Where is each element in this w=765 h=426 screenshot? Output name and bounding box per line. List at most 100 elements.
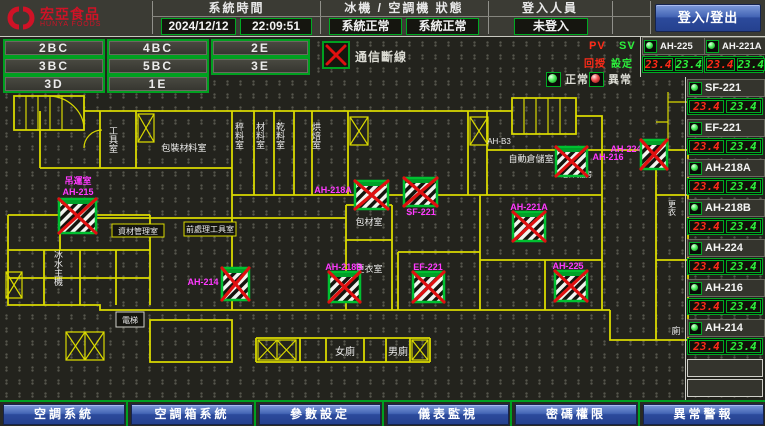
room-label-packaging: 包材室 [355,216,382,227]
equipment-item-sf-221[interactable]: SF-221 [687,79,765,97]
ahu-id-label: AH-218A [314,185,352,195]
sv-value: 23.4 [726,140,761,153]
header-divider-h [152,16,650,17]
room-label-auto-storage: 自動倉儲室 [508,153,553,164]
equipment-values-ef-221: 23.4 23.4 [687,138,763,155]
equipment-item-ah-214[interactable]: AH-214 [687,319,765,337]
equipment-values-ah-218b: 23.4 23.4 [687,218,763,235]
equipment-values-ah-225: 23.4 23.4 [642,56,703,73]
footer-button-meter-monitor[interactable]: 儀表監視 [387,404,509,425]
status-led-icon [689,82,702,95]
footer-button-ahu-system[interactable]: 空調箱系統 [131,404,253,425]
equipment-values-ah-214: 23.4 23.4 [687,338,763,355]
room-label-womens-toilet: 女廁 [335,345,355,358]
machine-status-label: 冰機 / 空調機 狀態 [322,1,486,16]
room-label-v1: 秤料室 [234,122,244,149]
pv-value: 23.4 [689,100,724,113]
header-divider [612,1,613,34]
ahu-id-label: SF-221 [406,207,436,217]
room-label-chiller: 冰水主機 [53,249,63,287]
login-logout-button[interactable]: 登入/登出 [655,4,761,32]
system-time-value: 22:09:51 [240,18,312,35]
equipment-item-ah-216[interactable]: AH-216 [687,279,765,297]
room-label-mens-toilet: 男廁 [388,345,408,358]
pv-value: 23.4 [689,180,724,193]
zone-button-3e[interactable]: 3E [211,57,310,75]
sv-value: 23.4 [726,220,761,233]
status-led-icon [706,40,719,53]
ahu-id-label: AH-216 [592,152,623,162]
ahu-id-label: EF-221 [413,262,443,272]
zone-button-1e[interactable]: 1E [107,75,209,93]
header-divider [320,1,321,34]
sv-value: 23.4 [675,58,704,71]
footer-button-ac-system[interactable]: 空調系統 [3,404,125,425]
equipment-values-ah-218a: 23.4 23.4 [687,178,763,195]
status-led-icon [689,162,702,175]
login-status-value: 未登入 [514,18,588,35]
ac-status-value: 系統正常 [406,18,479,35]
footer-divider [510,402,512,426]
normal-led-icon [546,72,561,87]
equipment-name: EF-221 [705,122,741,134]
sv-value: 23.4 [726,180,761,193]
equipment-item-ah-225[interactable]: AH-225 [642,37,705,55]
ahu-id-label: AH-214 [187,277,218,287]
zone-button-3d[interactable]: 3D [3,75,105,93]
header-divider [152,1,153,34]
equipment-item-ah-224[interactable]: AH-224 [687,239,765,257]
sv-legend-label: SV [619,40,636,52]
normal-legend-label: 正常 [565,71,589,87]
ahu-icon-ah218b[interactable]: AH-218B [325,262,363,302]
equipment-item-ah-218a[interactable]: AH-218A [687,159,765,177]
equipment-name: AH-221A [722,41,762,52]
room-label-pretreat-tool: 前處理工具室 [186,224,234,234]
pv-value: 23.4 [706,58,735,71]
equipment-name: AH-218B [705,202,751,214]
ahu-icon-ah215[interactable]: 吊運室 AH-215 [59,175,96,233]
ahu-icon-ah214[interactable]: AH-214 [187,268,249,300]
header-divider [650,1,651,34]
panel-divider [640,36,641,77]
logo-icon [6,3,36,33]
equipment-item-ah-221a[interactable]: AH-221A [704,37,765,55]
room-label-material-mgmt: 資材管理室 [118,226,158,236]
zone-button-2bc[interactable]: 2BC [3,39,105,57]
equipment-values-ah-216: 23.4 23.4 [687,298,763,315]
footer-button-alarm[interactable]: 異常警報 [643,404,764,425]
company-name-en: HUNYA FOODS [40,21,101,29]
sv-value: 23.4 [726,260,761,273]
pv-value: 23.4 [689,260,724,273]
login-user-label: 登入人員 [490,1,610,16]
system-date-value: 2024/12/12 [161,18,236,35]
footer-divider [638,402,640,426]
status-led-icon [689,242,702,255]
sv-value: 23.4 [726,100,761,113]
abnormal-led-icon [589,72,604,87]
logo: 宏亞食品 HUNYA FOODS [6,3,101,33]
footer-bar: 空調系統 空調箱系統 參數設定 儀表監視 密碼權限 異常警報 [0,400,765,426]
room-label-v2: 材料室 [255,121,265,149]
zone-button-3bc[interactable]: 3BC [3,57,105,75]
zone-button-2e[interactable]: 2E [211,39,310,57]
footer-divider [126,402,128,426]
footer-button-parameters[interactable]: 參數設定 [259,404,381,425]
zone-button-4bc[interactable]: 4BC [107,39,209,57]
ahu-icon-ah221a[interactable]: AH-221A [510,202,548,241]
ahu-icon-sf221[interactable]: SF-221 [404,178,437,217]
footer-divider [254,402,256,426]
comm-loss-label: 通信斷線 [355,48,407,65]
ahu-icon-ah225[interactable]: AH-225 [552,261,587,301]
equipment-name: AH-214 [705,322,743,334]
equipment-name: SF-221 [705,82,741,94]
equipment-item-ef-221[interactable]: EF-221 [687,119,765,137]
ahu-id-label: AH-221A [510,202,548,212]
footer-divider [382,402,384,426]
zone-button-5bc[interactable]: 5BC [107,57,209,75]
room-label-changing-small: 更衣 [668,200,677,217]
equipment-item-ah-218b[interactable]: AH-218B [687,199,765,217]
status-led-icon [689,122,702,135]
footer-button-password-auth[interactable]: 密碼權限 [515,404,637,425]
equipment-values-ah-221a: 23.4 23.4 [704,56,764,73]
ahu-icon-ef221[interactable]: EF-221 [413,262,444,302]
